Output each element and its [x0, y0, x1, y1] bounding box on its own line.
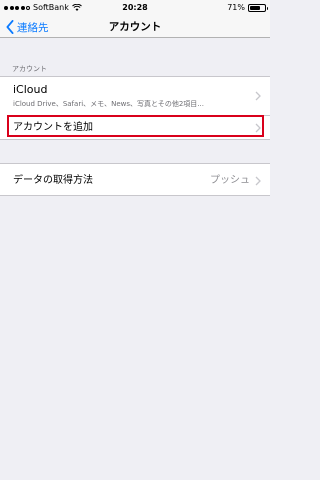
- fetch-group: データの取得方法 プッシュ: [0, 163, 270, 196]
- account-subtitle: iCloud Drive、Safari、メモ、News、写真とその他2項目...: [13, 100, 204, 108]
- battery-percent: 71%: [227, 3, 245, 12]
- account-title: iCloud: [13, 83, 48, 96]
- fetch-new-data-row[interactable]: データの取得方法 プッシュ: [0, 164, 270, 197]
- status-bar: SoftBank 20:28 71%: [0, 0, 270, 16]
- chevron-right-icon: [255, 91, 261, 101]
- battery-level-fill: [250, 6, 260, 10]
- status-right: 71%: [227, 0, 268, 16]
- highlight-box: [7, 115, 264, 137]
- section-header-accounts: アカウント: [12, 65, 47, 73]
- battery-icon: [248, 4, 268, 12]
- navigation-bar: 連絡先 アカウント: [0, 16, 270, 38]
- chevron-right-icon: [255, 176, 261, 185]
- fetch-new-data-value: プッシュ: [210, 175, 250, 186]
- fetch-new-data-label: データの取得方法: [13, 175, 93, 186]
- account-row-icloud[interactable]: iCloud iCloud Drive、Safari、メモ、News、写真とその…: [0, 77, 270, 115]
- page-title: アカウント: [108, 21, 162, 33]
